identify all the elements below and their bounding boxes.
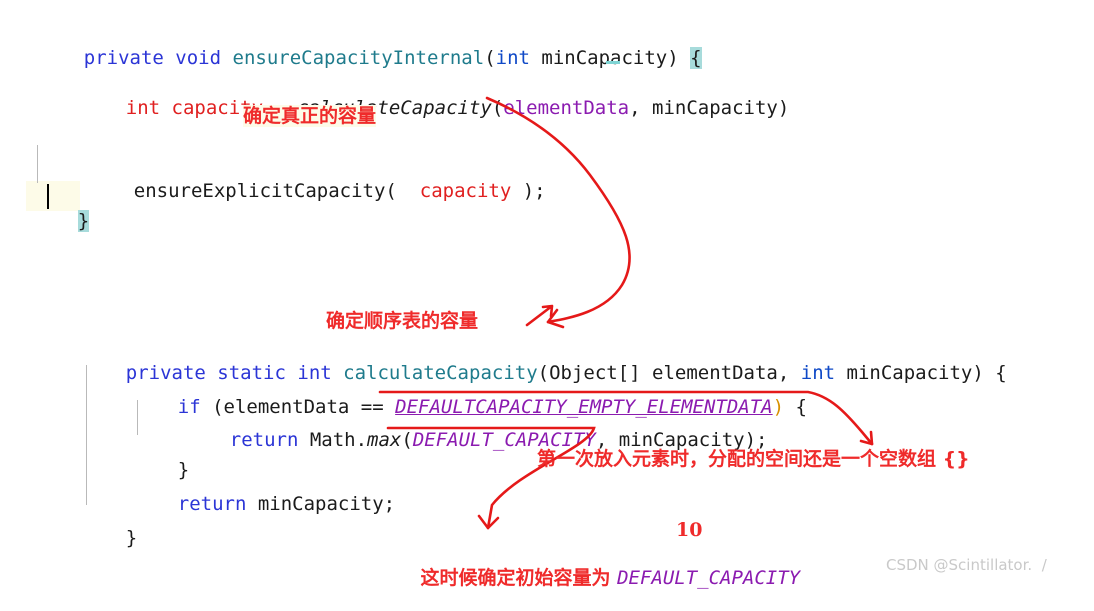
text-cursor — [47, 184, 49, 209]
arg-capacity: capacity — [419, 180, 512, 202]
code-screenshot-canvas: private void ensureCapacityInternal(int … — [0, 0, 1094, 589]
comma: , — [629, 97, 653, 119]
method-name-ensurecapacityinternal: ensureCapacityInternal — [232, 47, 485, 69]
keyword-int: int — [495, 47, 530, 69]
teal-tick-marker — [606, 61, 620, 64]
paren-open: ( — [484, 47, 496, 69]
code-line-4[interactable]: } — [32, 185, 90, 257]
param-mincapacity: minCapacity — [541, 47, 668, 69]
code-line-2[interactable]: int capacity = calculateCapacity(element… — [80, 72, 790, 144]
keyword-return: return — [177, 493, 247, 515]
paren-close: ) — [777, 97, 790, 119]
if-tail: { — [784, 396, 807, 418]
arrow-head-long — [546, 308, 565, 329]
indent-guide-method1 — [37, 145, 38, 183]
paren-close: ) — [667, 47, 691, 69]
matching-brace-open-highlight: { — [690, 47, 702, 69]
annotation-note-4: 这时候确定初始容量为 DEFAULT_CAPACITY — [394, 545, 800, 611]
call-tail: ); — [511, 180, 546, 202]
param-mincapacity: minCapacity) { — [846, 362, 1007, 384]
paren-close: ) — [772, 396, 785, 418]
keyword-private: private — [83, 47, 164, 69]
paren-open: ( — [401, 429, 413, 451]
method-max: max — [367, 429, 402, 451]
arrow-head-note4 — [477, 514, 500, 530]
arrow-tick-note2 — [525, 304, 554, 327]
watermark: CSDN @Scintillator. / — [886, 556, 1047, 574]
keyword-void: void — [175, 47, 222, 69]
annotation-note-3: 第一次放入元素时，分配的空间还是一个空数组 {} — [537, 448, 970, 470]
method2-close-brace: } — [125, 527, 138, 549]
call-ensureexplicitcapacity: ensureExplicitCapacity( — [133, 180, 397, 202]
matching-brace-close-highlight: } — [77, 210, 90, 232]
annotation-note-4-prefix: 这时候确定初始容量为 — [420, 567, 618, 589]
arg-mincapacity: minCapacity — [652, 97, 778, 119]
indent-guide-method2 — [86, 365, 87, 505]
return-mincapacity: minCapacity; — [246, 493, 396, 515]
paren-open: ( — [491, 97, 504, 119]
keyword-return: return — [229, 429, 299, 451]
object-math: Math. — [298, 429, 368, 451]
annotation-note-4-constant: DEFAULT_CAPACITY — [617, 567, 801, 589]
arrow-head-note3 — [859, 430, 874, 446]
arg-elementdata: elementData — [503, 97, 630, 119]
code-line-3[interactable]: ensureExplicitCapacity( capacity ); — [88, 155, 546, 227]
code-line-9[interactable]: return minCapacity; — [132, 468, 395, 540]
code-line-10[interactable]: } — [80, 502, 137, 574]
annotation-note-2: 确定顺序表的容量 — [326, 310, 479, 332]
annotation-value-10: 10 — [676, 519, 703, 541]
annotation-note-1: 确定真正的容量 — [243, 105, 377, 127]
